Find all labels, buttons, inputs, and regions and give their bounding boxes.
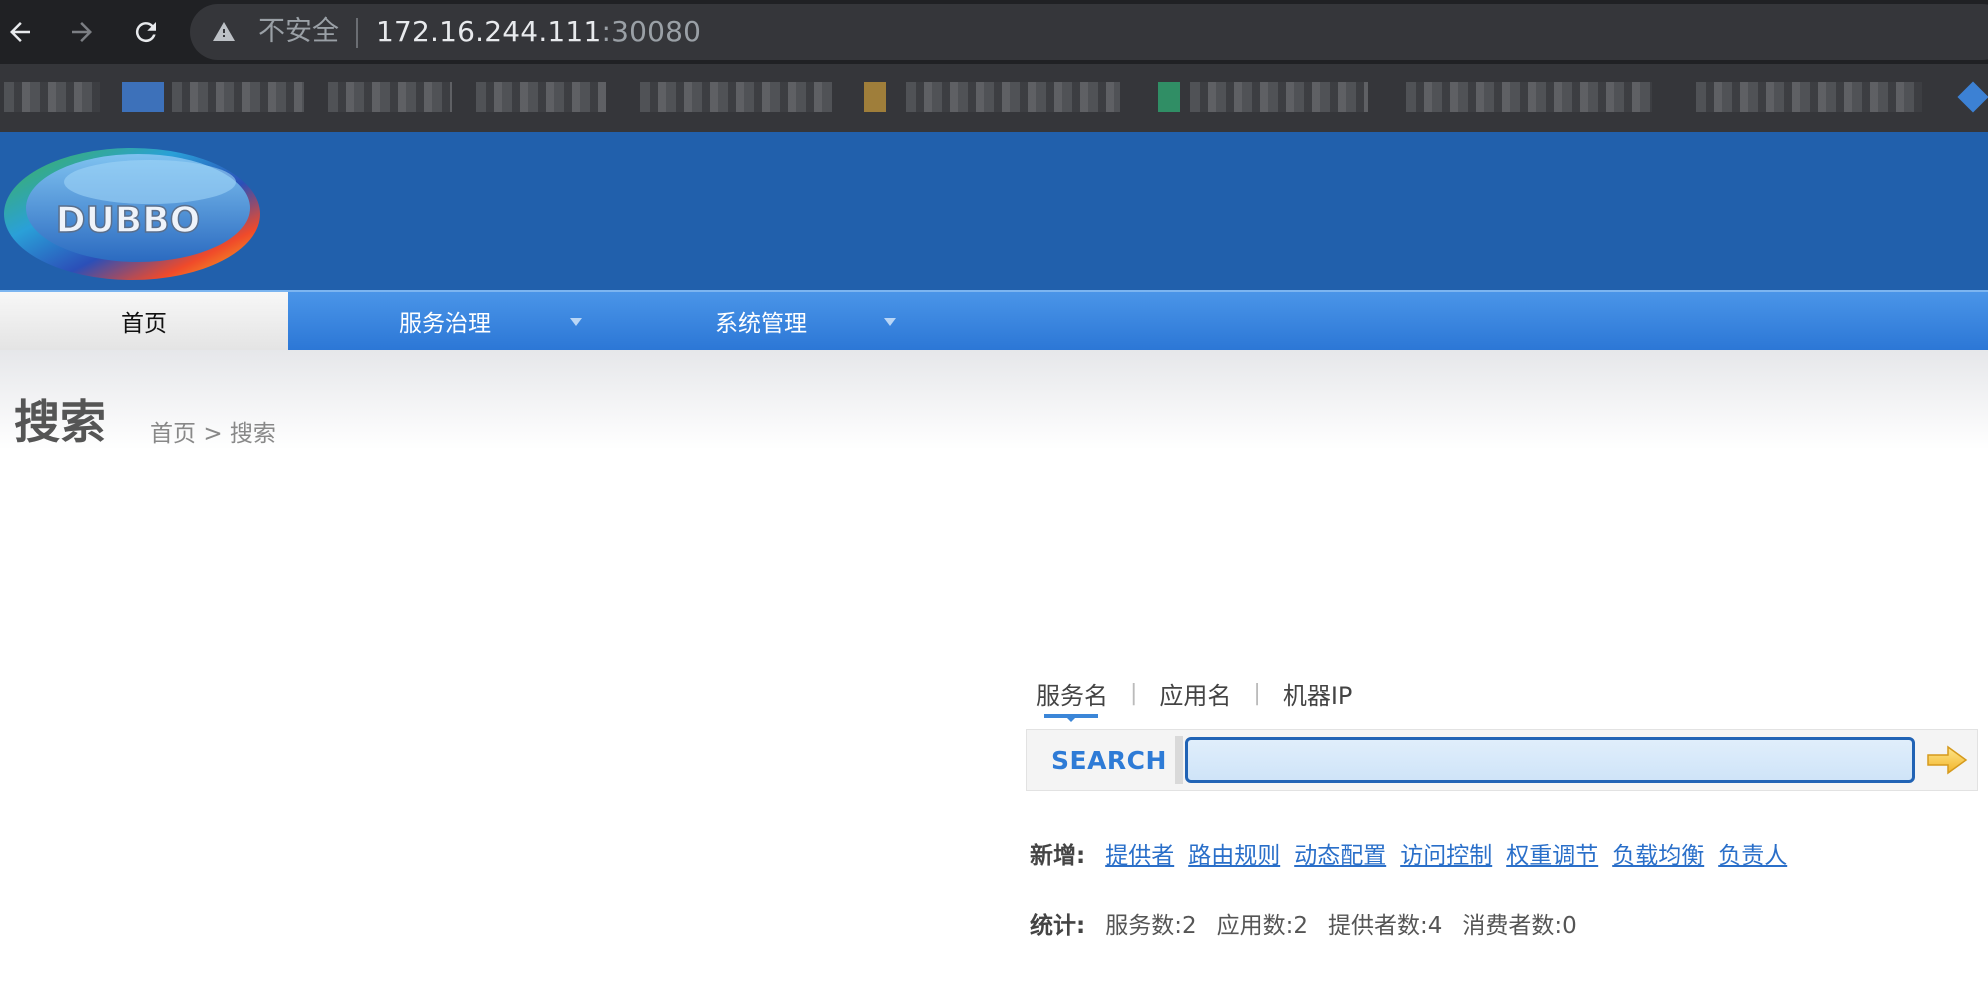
stats-row: 统计: 服务数:2 应用数:2 提供者数:4 消费者数:0: [1030, 906, 1597, 940]
bookmark-item[interactable]: [640, 82, 832, 112]
forward-button[interactable]: [62, 12, 102, 52]
bookmark-item[interactable]: [4, 82, 100, 112]
browser-toolbar: 不安全 172.16.244.111:30080: [0, 0, 1988, 64]
search-label: SEARCH: [1051, 746, 1167, 775]
tab-separator: |: [1130, 680, 1138, 706]
bookmark-item[interactable]: [476, 82, 606, 112]
bookmark-item[interactable]: [864, 82, 886, 112]
tab-service-name[interactable]: 服务名: [1036, 676, 1108, 718]
url-text: 172.16.244.111:30080: [376, 15, 702, 48]
menu-system-management-label: 系统管理: [715, 311, 807, 337]
page-header: 搜索 首页 > 搜索: [0, 350, 1988, 450]
chevron-down-icon[interactable]: [570, 318, 582, 326]
search-divider: [1175, 736, 1183, 784]
breadcrumb-home[interactable]: 首页: [150, 421, 196, 447]
bookmark-item[interactable]: [1957, 81, 1988, 113]
menu-service-governance[interactable]: 服务治理: [340, 292, 550, 350]
search-type-tabs: 服务名 | 应用名 | 机器IP: [1036, 676, 1353, 718]
reload-button[interactable]: [126, 12, 166, 52]
forward-arrow-icon: [72, 22, 92, 42]
stat-consumer-count: 消费者数:0: [1462, 913, 1577, 939]
bookmark-item[interactable]: [122, 82, 164, 112]
warning-icon: [213, 22, 235, 41]
add-dynamic-config-link[interactable]: 动态配置: [1294, 836, 1386, 870]
bookmark-item[interactable]: [172, 82, 304, 112]
add-load-balance-link[interactable]: 负载均衡: [1612, 836, 1704, 870]
stats-label: 统计:: [1030, 913, 1086, 939]
bookmark-item[interactable]: [1696, 82, 1922, 112]
stat-provider-count: 提供者数:4: [1327, 913, 1443, 939]
add-access-control-link[interactable]: 访问控制: [1400, 836, 1492, 870]
stat-service-count: 服务数:2: [1105, 913, 1197, 939]
not-secure-label: 不安全: [258, 16, 339, 47]
address-bar[interactable]: 不安全 172.16.244.111:30080: [190, 4, 1988, 60]
menu-service-governance-label: 服务治理: [399, 311, 491, 337]
search-bar: SEARCH: [1026, 729, 1978, 791]
stat-application-count: 应用数:2: [1216, 913, 1308, 939]
bookmarks-bar: [0, 64, 1988, 132]
breadcrumb-separator: >: [203, 421, 223, 447]
menu-home-label: 首页: [121, 311, 167, 337]
bookmark-item[interactable]: [328, 82, 452, 112]
menu-home[interactable]: 首页: [0, 292, 288, 350]
tab-application-name[interactable]: 应用名: [1159, 676, 1231, 711]
menu-system-management[interactable]: 系统管理: [656, 292, 866, 350]
active-tab-pointer-icon: [1065, 716, 1077, 722]
add-links-row: 新增: 提供者 路由规则 动态配置 访问控制 权重调节 负载均衡 负责人: [1030, 836, 1801, 870]
tab-separator: |: [1253, 680, 1261, 706]
search-input[interactable]: [1185, 737, 1915, 783]
back-arrow-icon: [10, 22, 30, 42]
bookmark-item[interactable]: [1158, 82, 1180, 112]
search-submit-button[interactable]: [1921, 736, 1973, 784]
breadcrumb: 首页 > 搜索: [150, 414, 276, 448]
tab-machine-ip[interactable]: 机器IP: [1283, 676, 1353, 711]
add-owner-link[interactable]: 负责人: [1718, 836, 1787, 870]
page-title: 搜索: [14, 395, 106, 449]
arrow-right-icon: [1927, 745, 1968, 775]
back-button[interactable]: [0, 12, 40, 52]
bookmark-item[interactable]: [1406, 82, 1652, 112]
bookmark-item[interactable]: [1190, 82, 1368, 112]
bookmark-item[interactable]: [906, 82, 1120, 112]
reload-icon: [135, 22, 156, 43]
add-weight-link[interactable]: 权重调节: [1506, 836, 1598, 870]
dubbo-logo[interactable]: DUBBO: [0, 142, 266, 284]
chevron-down-icon[interactable]: [884, 318, 896, 326]
breadcrumb-current: 搜索: [229, 421, 276, 447]
add-provider-link[interactable]: 提供者: [1105, 836, 1174, 870]
add-route-rule-link[interactable]: 路由规则: [1188, 836, 1280, 870]
address-separator: [356, 18, 358, 48]
add-label: 新增:: [1030, 843, 1086, 869]
svg-text:DUBBO: DUBBO: [56, 200, 201, 241]
app-header: DUBBO: [0, 132, 1988, 290]
main-menu-bar: 首页 服务治理 系统管理: [0, 290, 1988, 350]
